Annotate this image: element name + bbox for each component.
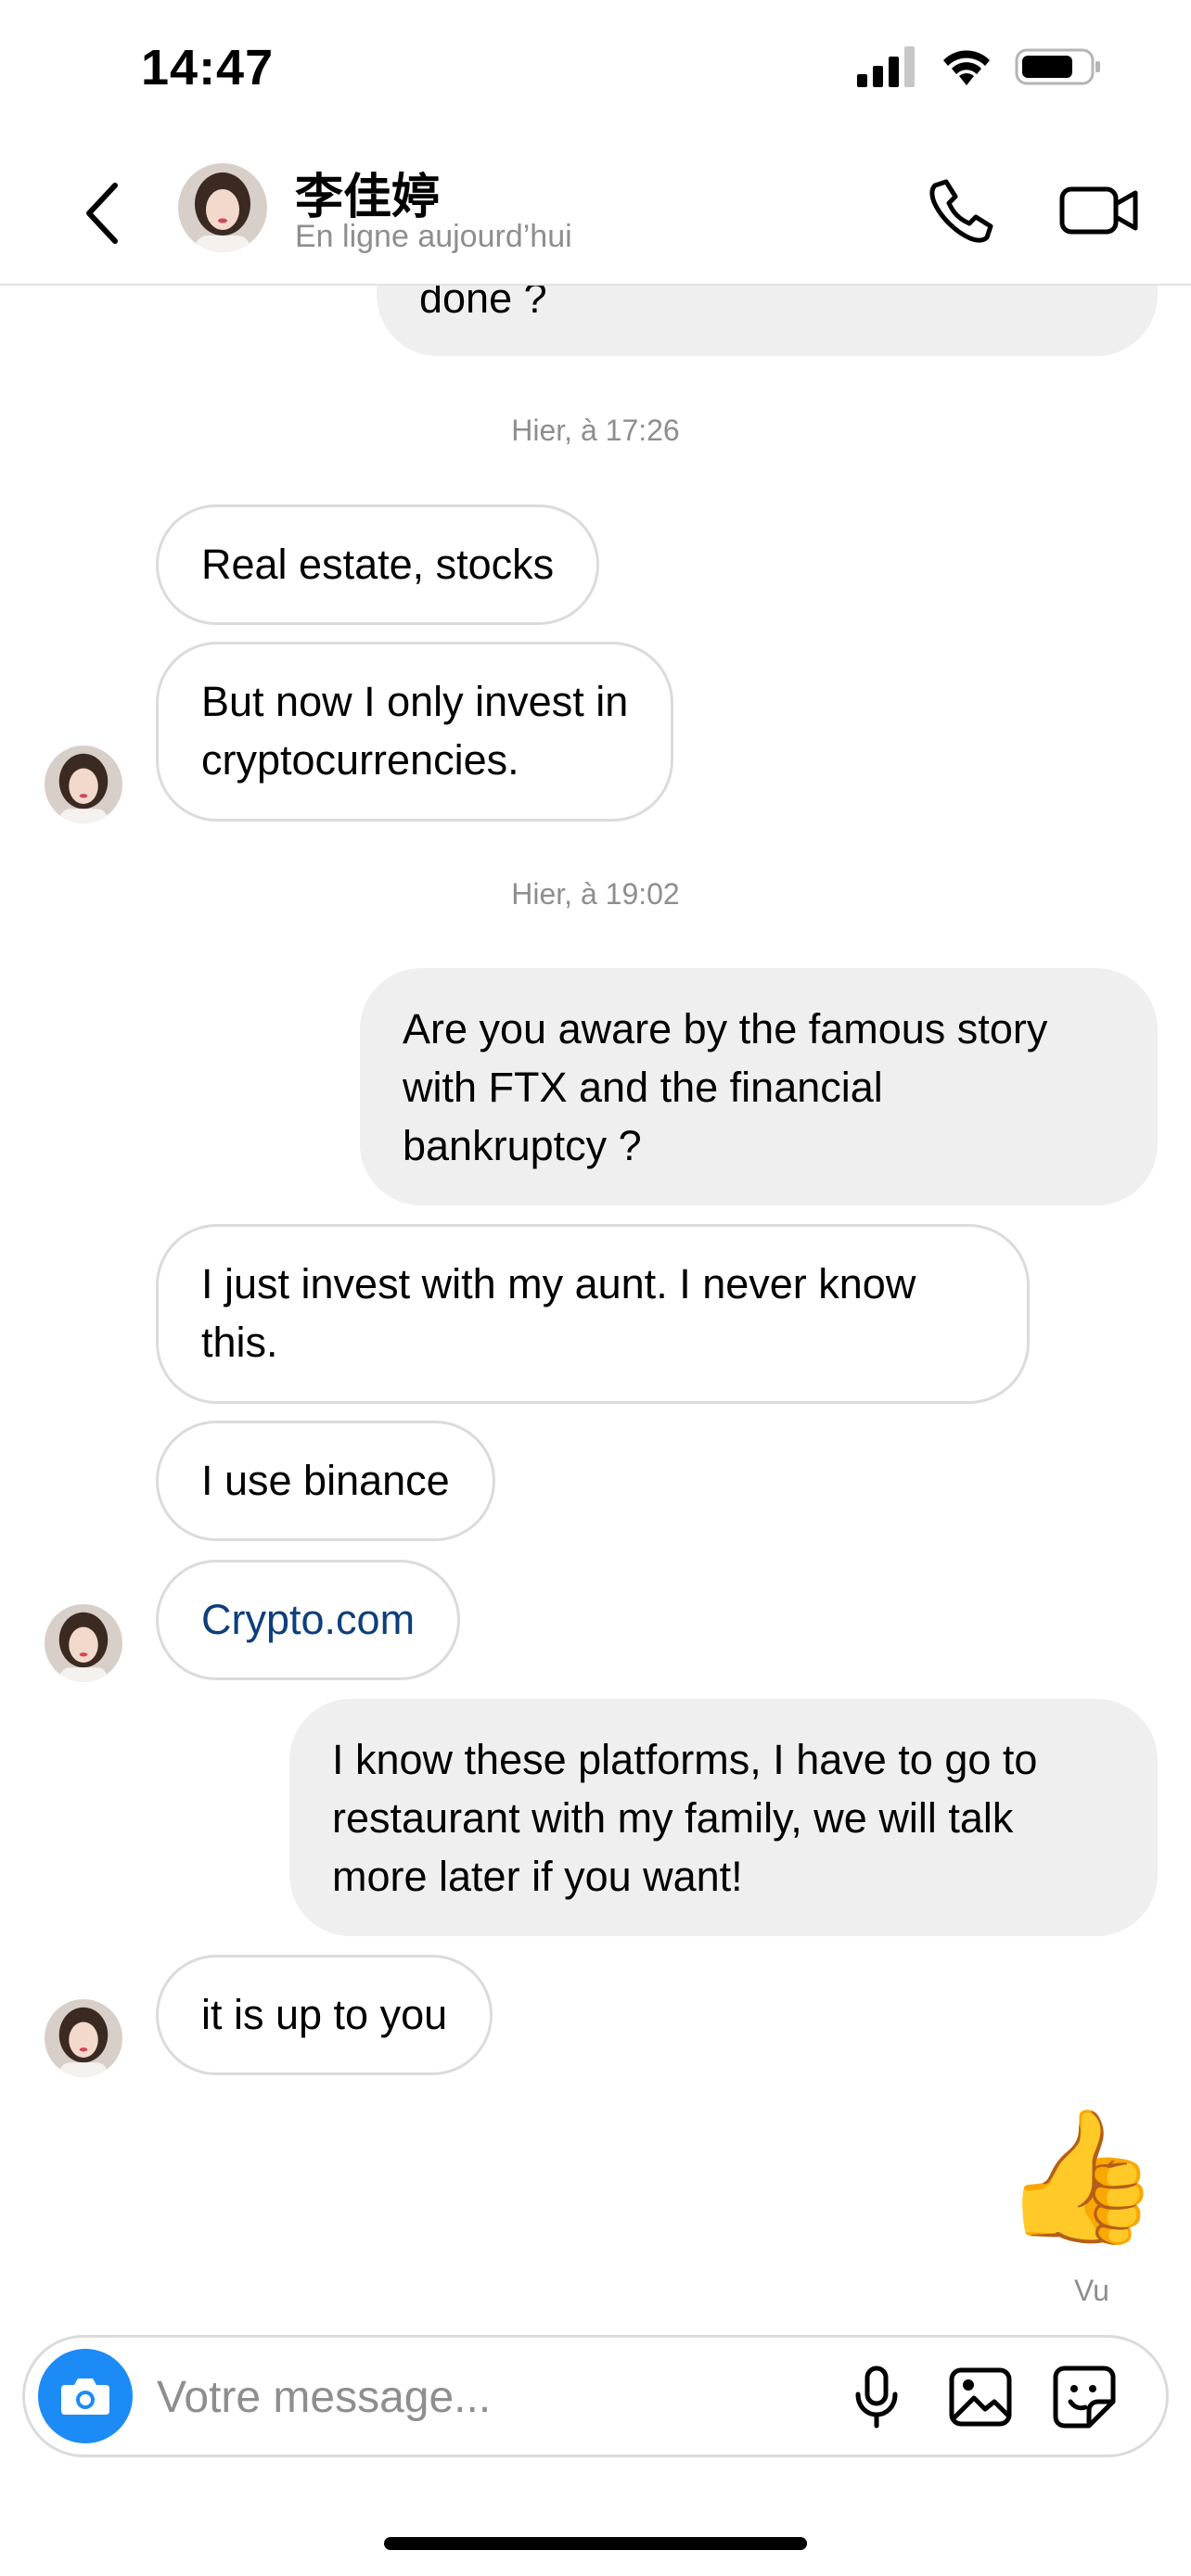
call-button[interactable] [926, 172, 1000, 247]
chevron-left-icon [86, 183, 118, 244]
sticker-button[interactable] [1049, 2362, 1120, 2432]
contact-avatar[interactable] [178, 163, 267, 252]
home-indicator[interactable] [384, 2537, 807, 2550]
message-incoming[interactable]: Real estate, stocks [156, 504, 600, 625]
message-input[interactable] [157, 2362, 806, 2432]
message-text-line: with FTX and the financial [403, 1064, 883, 1111]
timestamp: Hier, à 17:26 [511, 414, 680, 447]
message-incoming-link[interactable]: Crypto.com [156, 1560, 461, 1680]
avatar-image [45, 1604, 122, 1682]
status-time: 14:47 [141, 40, 275, 96]
gallery-button[interactable] [945, 2362, 1016, 2432]
contact-name[interactable]: 李佳婷 [295, 158, 440, 227]
thumbs-up-reaction[interactable]: 👍 [1000, 2098, 1161, 2255]
video-camera-icon [1059, 186, 1138, 235]
message-outgoing[interactable]: Are you aware by the famous story with F… [360, 968, 1158, 1205]
message-text: it is up to you [201, 1991, 448, 2038]
avatar-image [45, 1999, 122, 2077]
camera-icon [61, 2378, 109, 2415]
avatar-image [45, 746, 122, 823]
message-link[interactable]: Crypto.com [201, 1596, 415, 1643]
cellular-signal-icon [857, 46, 915, 87]
message-text-line: I know these platforms, I have to go to [332, 1736, 1038, 1783]
message-text-line: restaurant with my family, we will talk [332, 1794, 1014, 1842]
seen-label: Vu [1074, 2274, 1109, 2307]
phone-icon [929, 179, 993, 243]
message-incoming[interactable]: I just invest with my aunt. I never know… [156, 1224, 1030, 1404]
message-text: Real estate, stocks [201, 541, 555, 588]
message-text-line: cryptocurrencies. [201, 736, 519, 784]
message-text-line: this. [201, 1319, 278, 1366]
message-outgoing[interactable]: I know these platforms, I have to go to … [289, 1699, 1158, 1936]
image-icon [949, 2367, 1012, 2427]
message-text-line: But now I only invest in [201, 678, 629, 725]
message-text: I use binance [201, 1457, 450, 1504]
avatar-image [178, 163, 267, 252]
message-text-line: Are you aware by the famous story [403, 1005, 1048, 1052]
sticker-icon [1053, 2366, 1116, 2429]
status-bar: 14:47 [0, 0, 1191, 139]
video-call-button[interactable] [1057, 172, 1141, 247]
message-text-line: I just invest with my aunt. I never know [201, 1260, 916, 1307]
timestamp: Hier, à 19:02 [511, 877, 680, 911]
sender-avatar[interactable] [45, 746, 122, 823]
chat-header: 李佳婷 En ligne aujourd’hui [0, 139, 1191, 286]
microphone-icon [855, 2366, 898, 2429]
camera-button[interactable] [38, 2349, 133, 2443]
microphone-button[interactable] [841, 2362, 912, 2432]
message-incoming[interactable]: But now I only invest in cryptocurrencie… [156, 642, 674, 822]
status-icons [857, 46, 1102, 87]
sender-avatar[interactable] [45, 1999, 122, 2077]
message-composer [22, 2335, 1169, 2457]
message-incoming[interactable]: I use binance [156, 1421, 495, 1541]
message-text-line: more later if you want! [332, 1853, 743, 1900]
message-incoming[interactable]: it is up to you [156, 1955, 493, 2075]
sender-avatar[interactable] [45, 1604, 122, 1682]
contact-status: En ligne aujourd’hui [295, 219, 572, 254]
wifi-icon [943, 50, 990, 85]
back-button[interactable] [74, 176, 130, 250]
message-text-line: bankruptcy ? [403, 1122, 642, 1169]
battery-icon [1015, 48, 1100, 85]
